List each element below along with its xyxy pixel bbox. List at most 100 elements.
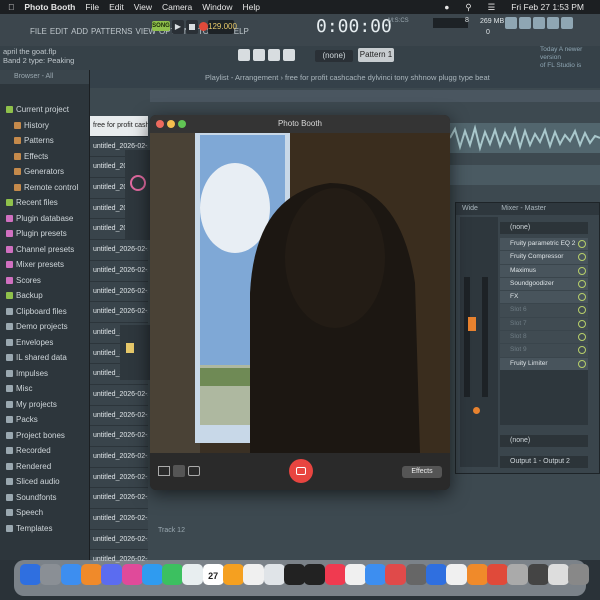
slot-toggle-icon[interactable]: [578, 266, 586, 275]
slot-toggle-icon[interactable]: [578, 253, 586, 262]
audio-clip[interactable]: [449, 123, 600, 153]
preview-icon[interactable]: [446, 564, 468, 585]
file-item[interactable]: untitled_2026-02-27 13...: [90, 509, 148, 530]
file-item[interactable]: untitled_2026-02-2: [90, 240, 148, 261]
video-mode-icon[interactable]: [188, 466, 200, 476]
browser-item[interactable]: Speech: [0, 505, 89, 521]
browser-item[interactable]: Templates: [0, 521, 89, 537]
effects-button[interactable]: Effects: [402, 466, 442, 478]
stop-icon[interactable]: [186, 20, 198, 34]
file-item[interactable]: untitled_2026-02-27 13...: [90, 530, 148, 551]
browser-item[interactable]: Sliced audio: [0, 474, 89, 490]
knob-icon[interactable]: [130, 175, 146, 191]
menu-app-name[interactable]: Photo Booth: [24, 2, 75, 12]
link-icon[interactable]: [283, 49, 295, 61]
browser-item[interactable]: Scores: [0, 273, 89, 289]
mixer-output-select[interactable]: Output 1 - Output 2: [500, 456, 588, 468]
search-icon[interactable]: ⚲: [465, 2, 471, 13]
vlc-icon[interactable]: [466, 564, 488, 585]
audio-clip-2[interactable]: [450, 165, 600, 185]
browser-item[interactable]: Plugin presets: [0, 226, 89, 242]
minimize-icon[interactable]: [167, 120, 175, 128]
pencil-icon[interactable]: [253, 49, 265, 61]
mixer-slot[interactable]: Maximus: [500, 264, 588, 277]
browser-item[interactable]: Recorded: [0, 443, 89, 459]
system-settings-icon[interactable]: [405, 564, 427, 585]
menu-file[interactable]: File: [85, 2, 99, 12]
mixer-slot[interactable]: Fruity Compressor: [500, 251, 588, 264]
photo-booth-icon[interactable]: [486, 564, 508, 585]
brush-icon[interactable]: [268, 49, 280, 61]
mixer-icon[interactable]: [547, 17, 559, 29]
browser-item[interactable]: Effects: [0, 149, 89, 165]
news-panel[interactable]: Today A newer version of FL Studio is av…: [540, 46, 598, 77]
channel-rack-icon[interactable]: [533, 17, 545, 29]
mixer-slot[interactable]: FX: [500, 291, 588, 304]
piano-roll-icon[interactable]: [519, 17, 531, 29]
snap-select[interactable]: (none): [315, 50, 353, 62]
mixer-slot[interactable]: Slot 7: [500, 317, 588, 331]
reminders-icon[interactable]: [243, 564, 265, 585]
menu-camera[interactable]: Camera: [162, 2, 192, 12]
shutter-button[interactable]: [289, 459, 313, 483]
file-item[interactable]: untitled_2026-02-27 13...: [90, 302, 148, 323]
firefox-icon[interactable]: [80, 564, 102, 585]
photos-icon[interactable]: [121, 564, 143, 585]
mixer-master-strip[interactable]: [460, 217, 498, 467]
knob-icon[interactable]: [126, 343, 134, 353]
mixer-slot[interactable]: Fruity Limiter: [500, 357, 588, 370]
file-item-selected[interactable]: free for profit cashcache: [90, 116, 148, 137]
tempo-display[interactable]: 129.000: [208, 20, 237, 34]
fl-menu-file[interactable]: FILE: [30, 27, 47, 36]
pattern-selector[interactable]: Pattern 1: [358, 48, 394, 62]
slot-toggle-icon[interactable]: [578, 240, 586, 248]
record-icon[interactable]: [199, 22, 208, 31]
slot-toggle-icon[interactable]: [578, 306, 586, 315]
browser-item[interactable]: Packs: [0, 412, 89, 428]
send-switch[interactable]: [473, 407, 480, 414]
zoom-icon[interactable]: [178, 120, 186, 128]
browser-item[interactable]: Mixer presets: [0, 257, 89, 273]
wifi-icon[interactable]: ●: [444, 2, 449, 12]
mixer-input-select[interactable]: (none): [500, 435, 588, 447]
browser-item[interactable]: Impulses: [0, 366, 89, 382]
magnet-icon[interactable]: [238, 49, 250, 61]
file-item[interactable]: untitled_2026-02-2: [90, 426, 148, 447]
stack-icon[interactable]: [527, 564, 549, 585]
browser-item[interactable]: History: [0, 118, 89, 134]
stack2-icon[interactable]: [547, 564, 569, 585]
file-item[interactable]: untitled_2026-02-27 13...: [90, 406, 148, 427]
browser-item[interactable]: Soundfonts: [0, 490, 89, 506]
slot-toggle-icon[interactable]: [578, 359, 586, 368]
menu-edit[interactable]: Edit: [109, 2, 124, 12]
fl-menu-add[interactable]: ADD: [71, 27, 88, 36]
mixer-slot[interactable]: Slot 8: [500, 331, 588, 344]
browser-item[interactable]: Channel presets: [0, 242, 89, 258]
file-item[interactable]: untitled_2026-02-2: [90, 261, 148, 282]
browser-item[interactable]: Current project: [0, 102, 89, 118]
app-store-icon[interactable]: [365, 564, 387, 585]
photo-booth-titlebar[interactable]: Photo Booth: [150, 115, 450, 133]
browser-icon[interactable]: [561, 17, 573, 29]
file-item[interactable]: untitled_2026-02-27 13...: [90, 468, 148, 489]
podcasts-icon[interactable]: [304, 564, 326, 585]
browser-item[interactable]: Rendered: [0, 459, 89, 475]
mail-icon[interactable]: [101, 564, 123, 585]
freeform-icon[interactable]: [263, 564, 285, 585]
menu-help[interactable]: Help: [242, 2, 259, 12]
safari-icon[interactable]: [60, 564, 82, 585]
browser-item[interactable]: Envelopes: [0, 335, 89, 351]
menu-window[interactable]: Window: [202, 2, 232, 12]
master-fader[interactable]: [468, 317, 476, 331]
playlist-ruler[interactable]: [150, 90, 600, 102]
menu-view[interactable]: View: [134, 2, 152, 12]
mixer-slot[interactable]: Slot 6: [500, 304, 588, 317]
calendar-icon[interactable]: 27: [202, 564, 224, 585]
single-photo-icon[interactable]: [173, 465, 185, 477]
play-icon[interactable]: ▶: [172, 20, 184, 34]
mixer-slot[interactable]: Soundgoodizer: [500, 277, 588, 291]
news-icon[interactable]: [344, 564, 366, 585]
browser-item[interactable]: Demo projects: [0, 319, 89, 335]
messages-icon[interactable]: [141, 564, 163, 585]
downloads-icon[interactable]: [507, 564, 529, 585]
